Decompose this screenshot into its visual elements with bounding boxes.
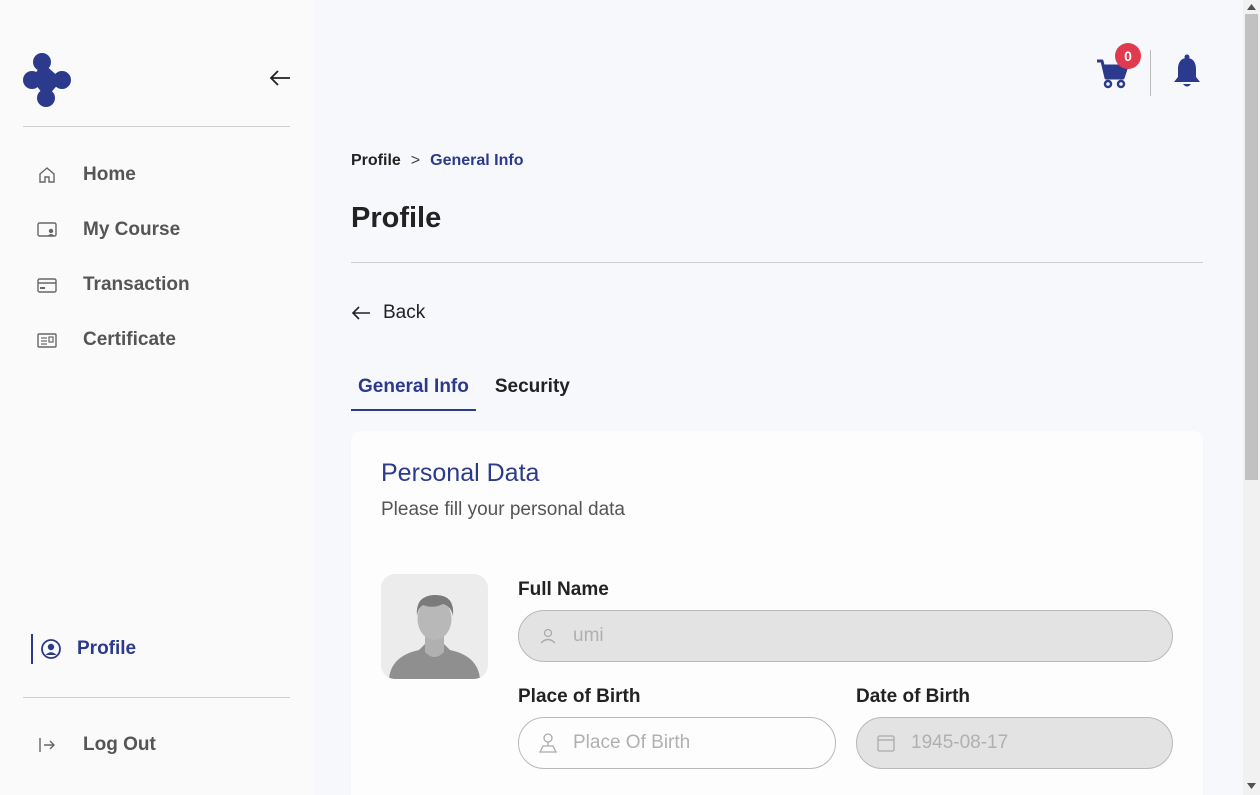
sidebar-item-my-course[interactable]: My Course (36, 215, 290, 245)
sidebar-item-profile[interactable]: Profile (40, 634, 294, 664)
sidebar-item-label: Home (83, 164, 136, 185)
scroll-up-icon[interactable] (1246, 2, 1257, 12)
date-of-birth-field[interactable]: 1945-08-17 (856, 717, 1173, 769)
cart-count-badge: 0 (1115, 43, 1141, 69)
place-of-birth-placeholder: Place Of Birth (573, 732, 691, 753)
location-user-icon (537, 732, 559, 754)
sidebar-item-label: Profile (77, 638, 137, 659)
tab-general-info[interactable]: General Info (351, 376, 476, 411)
calendar-icon (875, 732, 897, 754)
card-icon (36, 274, 58, 296)
scroll-down-icon[interactable] (1246, 781, 1257, 791)
breadcrumb-current: General Info (430, 152, 524, 169)
full-name-label: Full Name (518, 579, 609, 600)
full-name-value: umi (573, 625, 604, 646)
back-label: Back (383, 302, 426, 323)
breadcrumb-root[interactable]: Profile (351, 152, 401, 170)
sidebar-item-label: My Course (83, 219, 181, 240)
logout-icon (36, 734, 58, 756)
sidebar-item-label: Certificate (83, 329, 176, 350)
sidebar-item-transaction[interactable]: Transaction (36, 270, 290, 300)
place-of-birth-label: Place of Birth (518, 686, 641, 707)
section-subtitle: Please fill your personal data (381, 499, 625, 520)
title-divider (351, 262, 1203, 263)
back-button[interactable]: Back (351, 302, 425, 324)
user-circle-icon (40, 638, 62, 660)
place-of-birth-field[interactable]: Place Of Birth (518, 717, 836, 769)
personal-data-card: Personal Data Please fill your personal … (351, 431, 1203, 795)
breadcrumb: Profile > General Info (351, 152, 524, 170)
date-of-birth-label: Date of Birth (856, 686, 970, 707)
page-title: Profile (351, 202, 442, 234)
sidebar-item-home[interactable]: Home (36, 160, 290, 190)
arrow-left-icon (351, 306, 370, 320)
sidebar-divider (23, 697, 290, 698)
collapse-sidebar-icon[interactable] (268, 68, 292, 88)
sidebar-item-certificate[interactable]: Certificate (36, 325, 290, 355)
breadcrumb-separator: > (410, 152, 421, 169)
logout-button[interactable]: Log Out (36, 730, 290, 760)
avatar[interactable] (381, 574, 488, 679)
sidebar-divider (23, 126, 290, 127)
certificate-icon (36, 329, 58, 351)
logout-label: Log Out (83, 734, 156, 755)
notification-bell-icon[interactable] (1172, 54, 1202, 90)
sidebar: Home My Course Transaction Certificate P… (0, 0, 314, 795)
home-icon (36, 164, 58, 186)
active-indicator (31, 634, 33, 664)
tab-security[interactable]: Security (488, 376, 577, 411)
avatar-placeholder-icon (389, 594, 480, 679)
header-divider (1150, 50, 1151, 96)
section-title: Personal Data (381, 459, 540, 487)
user-icon (537, 625, 559, 647)
scrollbar-thumb[interactable] (1245, 14, 1258, 480)
course-icon (36, 219, 58, 241)
date-of-birth-value: 1945-08-17 (911, 732, 1009, 753)
sidebar-item-label: Transaction (83, 274, 190, 295)
full-name-field[interactable]: umi (518, 610, 1173, 662)
brand-logo (23, 53, 71, 107)
profile-tabs: General Info Security (351, 376, 577, 412)
